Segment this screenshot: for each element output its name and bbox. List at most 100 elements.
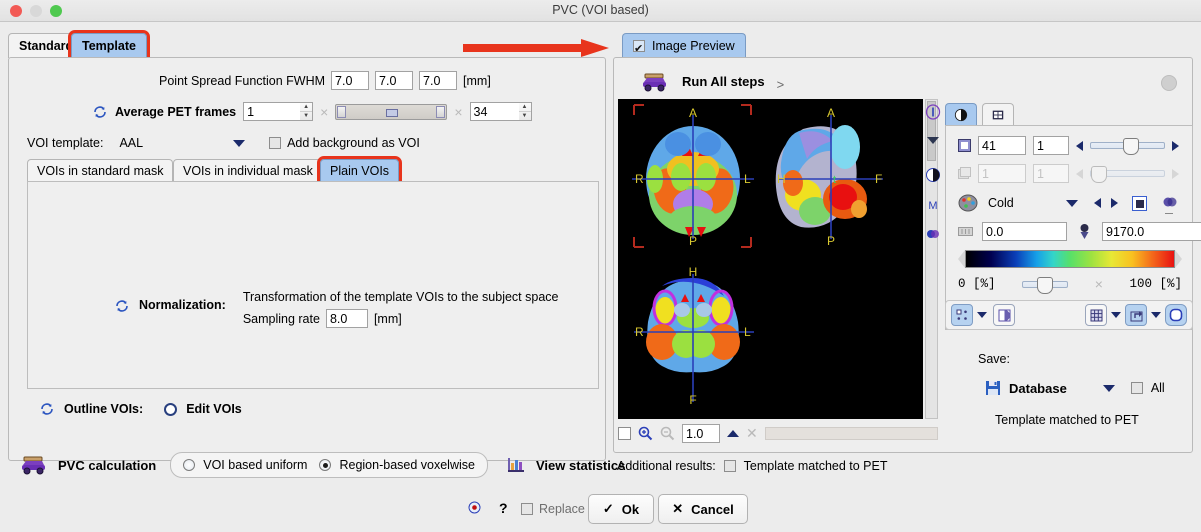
refresh-icon[interactable] xyxy=(114,298,130,314)
database-save-icon[interactable] xyxy=(985,380,1001,396)
colortable-prev-icon[interactable] xyxy=(1093,198,1101,208)
status-indicator-icon[interactable] xyxy=(468,501,481,517)
slab-next-arrow-icon[interactable] xyxy=(1172,168,1179,179)
colortable-next-icon[interactable] xyxy=(1110,198,1118,208)
chevron-down-icon[interactable] xyxy=(1065,199,1078,207)
tab-layout[interactable] xyxy=(982,103,1014,126)
fit-image-checkbox[interactable] xyxy=(618,426,631,440)
run-all-chevron-icon[interactable]: > xyxy=(777,77,785,92)
fusion-icon[interactable] xyxy=(923,227,943,244)
psf-z-input[interactable]: 7.0 xyxy=(419,71,458,90)
psf-x-input[interactable]: 7.0 xyxy=(331,71,370,90)
zoom-level-input[interactable]: 1.0 xyxy=(682,423,720,443)
slab-prev-arrow-icon[interactable] xyxy=(1076,168,1083,179)
slice-prev-arrow-icon[interactable] xyxy=(1076,140,1083,151)
save-all-checkbox[interactable] xyxy=(1130,382,1143,394)
car-icon[interactable] xyxy=(20,455,48,475)
grid-overlay-dropdown-icon[interactable] xyxy=(1111,312,1121,318)
help-button[interactable]: ? xyxy=(499,500,508,516)
slab-index-input[interactable]: 1 xyxy=(978,164,1026,183)
refresh-icon[interactable] xyxy=(92,104,108,120)
brain-image-preview[interactable]: A P R L A P H F t H F R L xyxy=(618,99,923,419)
bar-chart-icon[interactable] xyxy=(506,456,526,474)
zoom-out-icon[interactable] xyxy=(660,426,675,441)
slice-slider-knob[interactable] xyxy=(1123,138,1139,155)
tab-template-assisted[interactable]: Template assisted xyxy=(68,30,150,77)
zoom-reset-icon[interactable]: ✕ xyxy=(746,425,758,442)
tab-contrast[interactable] xyxy=(945,103,977,126)
refresh-icon[interactable] xyxy=(39,401,55,417)
car-icon[interactable] xyxy=(640,72,670,92)
colorbar-right-handle[interactable] xyxy=(1175,250,1182,268)
palette-icon[interactable] xyxy=(958,194,978,212)
pvc-calculation-label[interactable]: PVC calculation xyxy=(58,458,156,473)
percent-slider[interactable] xyxy=(1022,276,1069,294)
image-preview-checkbox[interactable] xyxy=(633,37,645,61)
slider-left-cap[interactable] xyxy=(337,105,347,118)
percent-reset-icon[interactable]: × xyxy=(1095,276,1103,292)
max-threshold-icon[interactable] xyxy=(1076,223,1093,240)
cancel-button[interactable]: ✕ Cancel xyxy=(658,494,748,524)
slice-increment-input[interactable]: 1 xyxy=(1033,136,1069,155)
label-region-based-voxelwise[interactable]: Region-based voxelwise xyxy=(339,458,475,472)
frames-to-stepper[interactable]: 34 ▲ ▼ xyxy=(469,102,532,121)
slider-right-cap[interactable] xyxy=(436,105,446,118)
fusion-toggle-button[interactable] xyxy=(993,304,1015,326)
replace-checkbox[interactable] xyxy=(521,503,533,515)
subtab-plain-vois[interactable]: Plain VOIs xyxy=(316,156,403,185)
chevron-down-icon[interactable] xyxy=(233,139,246,147)
collapse-panel-button[interactable] xyxy=(1161,75,1177,91)
threshold-max-input[interactable]: 9170.0 xyxy=(1102,222,1201,241)
invert-colortable-icon[interactable] xyxy=(1131,195,1147,211)
ok-button[interactable]: ✓ Ok xyxy=(588,494,654,524)
radio-region-based-voxelwise[interactable] xyxy=(319,459,332,471)
frames-to-arrows[interactable]: ▲ ▼ xyxy=(518,102,532,121)
slice-index-input[interactable]: 41 xyxy=(978,136,1026,155)
copy-colortable-icon[interactable] xyxy=(1162,196,1178,210)
colorbar[interactable] xyxy=(965,250,1175,268)
zoom-up-arrow-icon[interactable] xyxy=(727,429,739,437)
slice-next-arrow-icon[interactable] xyxy=(1172,140,1179,151)
add-background-checkbox[interactable] xyxy=(269,137,282,149)
tab-image-preview[interactable]: Image Preview xyxy=(622,33,746,61)
subtab-vois-individual-mask[interactable]: VOIs in individual mask xyxy=(173,159,323,182)
frames-from-arrows[interactable]: ▲ ▼ xyxy=(300,102,314,121)
run-all-steps-row[interactable]: Run All steps > xyxy=(640,71,784,92)
image-horizontal-scrollbar[interactable] xyxy=(764,426,938,440)
chevron-down-icon[interactable] xyxy=(923,135,943,149)
slab-slider-knob[interactable] xyxy=(1091,166,1107,183)
colortable-name[interactable]: Cold xyxy=(988,196,1014,210)
save-target-value[interactable]: Database xyxy=(1009,381,1067,396)
edit-vois-toggle-icon[interactable] xyxy=(164,402,178,416)
info-icon[interactable] xyxy=(923,104,943,123)
run-all-steps-label[interactable]: Run All steps xyxy=(682,74,765,89)
percent-slider-knob[interactable] xyxy=(1037,276,1054,294)
slab-increment-input[interactable]: 1 xyxy=(1033,164,1069,183)
slider-knob[interactable] xyxy=(386,108,399,117)
frames-from-stepper[interactable]: 1 ▲ ▼ xyxy=(243,102,314,121)
annotation-button[interactable] xyxy=(1125,304,1147,326)
edit-vois-label[interactable]: Edit VOIs xyxy=(186,402,242,416)
frame-range-slider[interactable] xyxy=(335,103,448,120)
m-icon[interactable]: M xyxy=(923,198,943,215)
threshold-min-input[interactable]: 0.0 xyxy=(982,222,1067,241)
grid-overlay-button[interactable] xyxy=(1085,304,1107,326)
slice-slider[interactable] xyxy=(1090,138,1165,155)
subtab-vois-standard-mask[interactable]: VOIs in standard mask xyxy=(27,159,174,182)
psf-y-input[interactable]: 7.0 xyxy=(375,71,414,90)
zoom-in-icon[interactable] xyxy=(638,426,653,441)
contrast-icon[interactable] xyxy=(923,167,943,186)
label-voi-based-uniform[interactable]: VOI based uniform xyxy=(203,458,307,472)
radio-voi-based-uniform[interactable] xyxy=(183,459,196,471)
slab-slider[interactable] xyxy=(1090,166,1165,183)
colorbar-left-handle[interactable] xyxy=(958,250,965,268)
vois-display-dropdown-icon[interactable] xyxy=(977,312,987,318)
chevron-down-icon[interactable] xyxy=(1102,384,1115,392)
voi-template-value[interactable]: AAL xyxy=(119,136,143,150)
sampling-rate-input[interactable]: 8.0 xyxy=(325,309,368,328)
annotation-dropdown-icon[interactable] xyxy=(1151,312,1161,318)
outline-button[interactable] xyxy=(1165,304,1187,326)
additional-results-checkbox[interactable] xyxy=(723,460,736,472)
vois-display-button[interactable] xyxy=(951,304,973,326)
view-statistics-label[interactable]: View statistics xyxy=(536,458,625,473)
